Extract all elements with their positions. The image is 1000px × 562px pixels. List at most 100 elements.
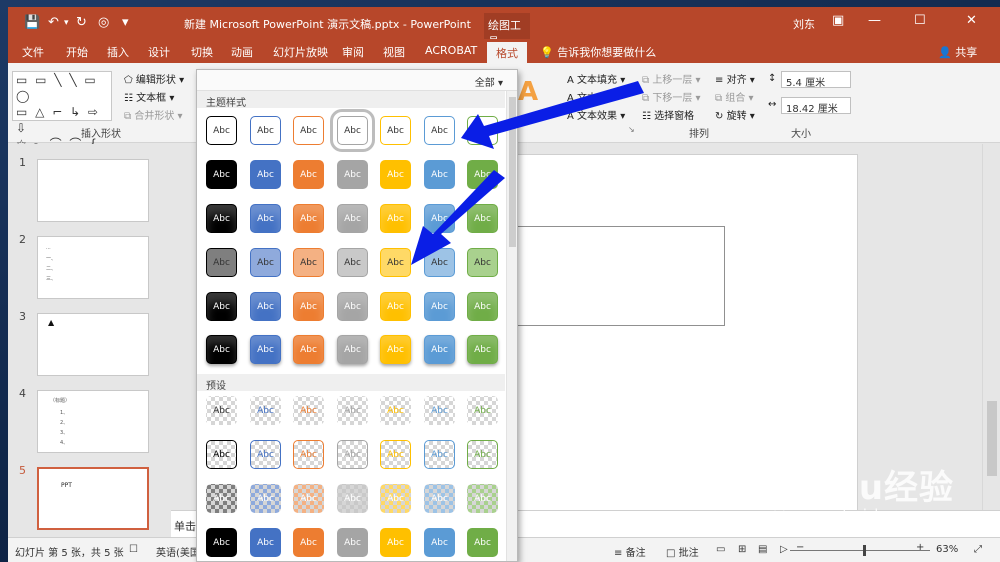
preset-style-swatch[interactable]: Abc: [293, 396, 324, 425]
tab-design[interactable]: 设计: [148, 44, 170, 60]
tab-acrobat[interactable]: ACROBAT: [425, 44, 477, 57]
send-backward-button[interactable]: ⧉ 下移一层 ▾: [642, 89, 701, 104]
theme-style-swatch[interactable]: Abc: [206, 292, 237, 321]
tab-file[interactable]: 文件: [22, 44, 44, 60]
preset-style-swatch[interactable]: Abc: [380, 484, 411, 513]
preset-style-swatch[interactable]: Abc: [467, 440, 498, 469]
selected-text-box[interactable]: [501, 226, 725, 326]
preset-style-swatch[interactable]: Abc: [337, 440, 368, 469]
preset-style-swatch[interactable]: Abc: [380, 528, 411, 557]
theme-style-swatch[interactable]: Abc: [250, 335, 281, 364]
slide-thumbnail-4[interactable]: （标题） 1、 2、 3、 4、: [37, 390, 149, 453]
theme-style-swatch[interactable]: Abc: [467, 292, 498, 321]
theme-style-swatch[interactable]: Abc: [467, 248, 498, 277]
theme-style-swatch[interactable]: Abc: [337, 335, 368, 364]
spell-check-icon[interactable]: ☐: [129, 544, 138, 555]
maximize-icon[interactable]: ☐: [914, 13, 926, 28]
reading-view-icon[interactable]: ▤: [758, 544, 767, 555]
tab-animations[interactable]: 动画: [231, 44, 253, 60]
preset-style-swatch[interactable]: Abc: [337, 528, 368, 557]
theme-style-swatch[interactable]: Abc: [467, 204, 498, 233]
preset-style-swatch[interactable]: Abc: [424, 440, 455, 469]
user-name[interactable]: 刘东: [793, 16, 815, 32]
theme-style-swatch[interactable]: Abc: [467, 160, 498, 189]
theme-style-swatch[interactable]: Abc: [337, 160, 368, 189]
zoom-slider[interactable]: [790, 550, 930, 551]
theme-style-swatch[interactable]: Abc: [206, 160, 237, 189]
present-icon[interactable]: ◎: [98, 15, 109, 30]
theme-style-swatch[interactable]: Abc: [380, 335, 411, 364]
theme-style-swatch[interactable]: Abc: [424, 248, 455, 277]
theme-style-swatch[interactable]: Abc: [337, 204, 368, 233]
preset-style-swatch[interactable]: Abc: [424, 396, 455, 425]
tab-view[interactable]: 视图: [383, 44, 405, 60]
shapes-gallery[interactable]: ▭ ▭ ╲ ╲ ▭ ◯▭ △ ⌐ ↳ ⇨ ⇩☆ ╮ ⌒ ⌒ { }: [12, 71, 112, 167]
theme-style-swatch[interactable]: Abc: [250, 292, 281, 321]
theme-style-swatch[interactable]: Abc: [293, 292, 324, 321]
shape-width-input[interactable]: 18.42 厘米: [781, 97, 851, 115]
zoom-level[interactable]: 63%: [936, 544, 958, 555]
theme-style-swatch[interactable]: Abc: [467, 116, 498, 145]
save-icon[interactable]: 💾: [24, 15, 40, 30]
preset-style-swatch[interactable]: Abc: [337, 484, 368, 513]
minimize-icon[interactable]: —: [868, 13, 881, 28]
preset-style-swatch[interactable]: Abc: [380, 440, 411, 469]
preset-style-swatch[interactable]: Abc: [467, 528, 498, 557]
tab-home[interactable]: 开始: [66, 44, 88, 60]
preset-style-swatch[interactable]: Abc: [250, 528, 281, 557]
gallery-scrollbar[interactable]: [506, 91, 517, 561]
slide-thumbnail-1[interactable]: [37, 159, 149, 222]
wordart-style-sample[interactable]: A: [518, 77, 538, 107]
text-fill-button[interactable]: A 文本填充 ▾: [567, 71, 625, 86]
theme-style-swatch[interactable]: Abc: [206, 116, 237, 145]
theme-style-swatch[interactable]: Abc: [293, 335, 324, 364]
preset-style-swatch[interactable]: Abc: [250, 396, 281, 425]
theme-style-swatch[interactable]: Abc: [206, 248, 237, 277]
gallery-filter-dropdown[interactable]: 全部 ▾: [475, 74, 503, 89]
comments-button[interactable]: □ 批注: [666, 544, 699, 559]
redo-icon[interactable]: ↻: [76, 15, 87, 30]
preset-style-swatch[interactable]: Abc: [337, 396, 368, 425]
theme-style-swatch[interactable]: Abc: [424, 292, 455, 321]
scrollbar-thumb[interactable]: [987, 401, 997, 476]
preset-style-swatch[interactable]: Abc: [380, 396, 411, 425]
theme-style-swatch[interactable]: Abc: [424, 335, 455, 364]
vertical-scrollbar[interactable]: [982, 144, 1000, 537]
close-icon[interactable]: ✕: [966, 13, 977, 28]
shape-height-input[interactable]: 5.4 厘米: [781, 71, 851, 89]
fit-slide-icon[interactable]: ⤢: [974, 544, 982, 555]
preset-style-swatch[interactable]: Abc: [250, 440, 281, 469]
undo-dropdown-icon[interactable]: ▾: [64, 18, 69, 28]
theme-style-swatch[interactable]: Abc: [380, 116, 411, 145]
theme-style-swatch[interactable]: Abc: [380, 204, 411, 233]
theme-style-swatch[interactable]: Abc: [424, 116, 455, 145]
theme-style-swatch[interactable]: Abc: [337, 292, 368, 321]
tab-format[interactable]: 格式: [487, 42, 527, 63]
wordart-dialog-launcher-icon[interactable]: ↘: [628, 125, 635, 134]
theme-style-swatch[interactable]: Abc: [380, 160, 411, 189]
preset-style-swatch[interactable]: Abc: [206, 528, 237, 557]
zoom-in-icon[interactable]: +: [916, 542, 924, 553]
theme-style-swatch[interactable]: Abc: [337, 248, 368, 277]
bring-forward-button[interactable]: ⧉ 上移一层 ▾: [642, 71, 701, 86]
preset-style-swatch[interactable]: Abc: [250, 484, 281, 513]
text-outline-button[interactable]: A 文本: [567, 89, 597, 104]
theme-style-swatch[interactable]: Abc: [206, 204, 237, 233]
theme-style-swatch[interactable]: Abc: [250, 248, 281, 277]
preset-style-swatch[interactable]: Abc: [293, 484, 324, 513]
preset-style-swatch[interactable]: Abc: [293, 440, 324, 469]
preset-style-swatch[interactable]: Abc: [467, 396, 498, 425]
slide-thumbnail-3[interactable]: ▲: [37, 313, 149, 376]
theme-style-swatch[interactable]: Abc: [250, 116, 281, 145]
preset-style-swatch[interactable]: Abc: [206, 484, 237, 513]
preset-style-swatch[interactable]: Abc: [424, 528, 455, 557]
zoom-slider-handle[interactable]: [863, 545, 866, 556]
theme-style-swatch[interactable]: Abc: [293, 116, 324, 145]
theme-style-swatch[interactable]: Abc: [380, 248, 411, 277]
theme-style-swatch[interactable]: Abc: [293, 248, 324, 277]
preset-style-swatch[interactable]: Abc: [206, 440, 237, 469]
slide-sorter-icon[interactable]: ⊞: [738, 544, 746, 555]
theme-style-swatch[interactable]: Abc: [293, 204, 324, 233]
rotate-button[interactable]: ↻ 旋转 ▾: [715, 107, 755, 122]
gallery-scrollbar-thumb[interactable]: [509, 97, 516, 247]
